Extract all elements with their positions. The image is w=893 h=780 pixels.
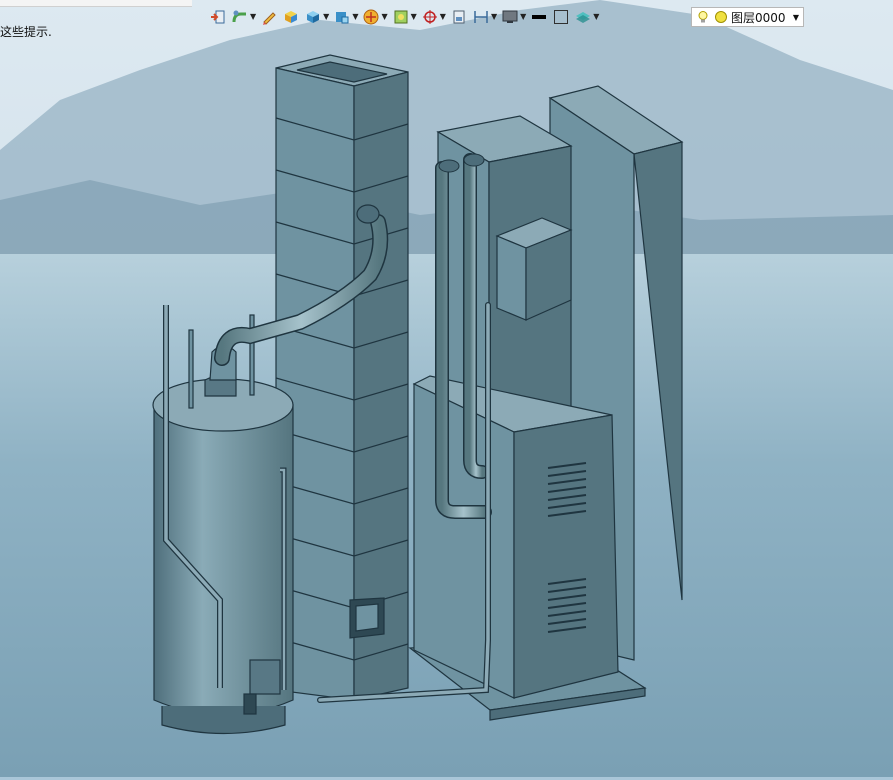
dimension-button[interactable]: ▼ [471, 6, 498, 28]
pipe-tool-button[interactable]: ▼ [230, 6, 257, 28]
chevron-down-icon: ▼ [520, 12, 527, 21]
line-weight-icon [532, 15, 547, 19]
title-strip [0, 0, 192, 7]
chevron-down-icon: ▼ [250, 12, 257, 21]
chevron-down-icon: ▼ [352, 12, 359, 21]
cube-button[interactable]: ▼ [303, 6, 330, 28]
rectangle-icon [554, 10, 569, 24]
monitor-icon [502, 10, 518, 23]
pencil-icon [263, 12, 276, 25]
scene-svg [0, 0, 893, 777]
rectangle-button[interactable] [551, 6, 571, 28]
snap-target-icon [422, 10, 437, 24]
chevron-down-icon: ▼ [593, 12, 600, 21]
box-color-button[interactable] [281, 6, 301, 28]
line-weight-button[interactable] [529, 6, 549, 28]
layer-color-icon[interactable] [714, 10, 728, 24]
chevron-down-icon: ▼ [381, 12, 388, 21]
chevron-down-icon: ▼ [323, 12, 330, 21]
render-icon [394, 10, 408, 24]
chimney[interactable] [275, 54, 409, 701]
page-icon [453, 10, 465, 24]
view-cube-icon [336, 12, 349, 24]
pencil-button[interactable] [259, 6, 279, 28]
monitor-button[interactable]: ▼ [500, 6, 527, 28]
snap-target-button[interactable]: ▼ [420, 6, 447, 28]
layers-icon [576, 12, 591, 23]
toolbar: ▼ ▼ ▼ ▼ ▼ ▼ ▼ ▼ ▼ [208, 4, 600, 30]
chevron-down-icon: ▼ [490, 12, 498, 21]
lightbulb-icon[interactable] [696, 10, 710, 24]
box-color-icon [285, 11, 298, 23]
hint-text: 这些提示. [0, 25, 52, 39]
orbit-button[interactable]: ▼ [361, 6, 388, 28]
page-button[interactable] [449, 6, 469, 28]
view-cube-button[interactable]: ▼ [332, 6, 359, 28]
chevron-down-icon: ▼ [439, 12, 446, 21]
chevron-down-icon: ▼ [410, 12, 417, 21]
render-button[interactable]: ▼ [391, 6, 418, 28]
pipe-tool-icon [232, 10, 246, 23]
orbit-icon [363, 9, 379, 25]
cube-icon [307, 11, 320, 23]
3d-viewport[interactable] [0, 0, 893, 777]
layers-button[interactable]: ▼ [573, 6, 600, 28]
layer-name: 图层0000 [731, 10, 786, 25]
dimension-icon [474, 11, 488, 23]
chevron-down-icon[interactable]: ▼ [789, 13, 803, 22]
import-button[interactable] [208, 6, 228, 28]
layer-select[interactable]: 图层0000 ▼ [691, 7, 804, 27]
import-icon [211, 10, 225, 24]
